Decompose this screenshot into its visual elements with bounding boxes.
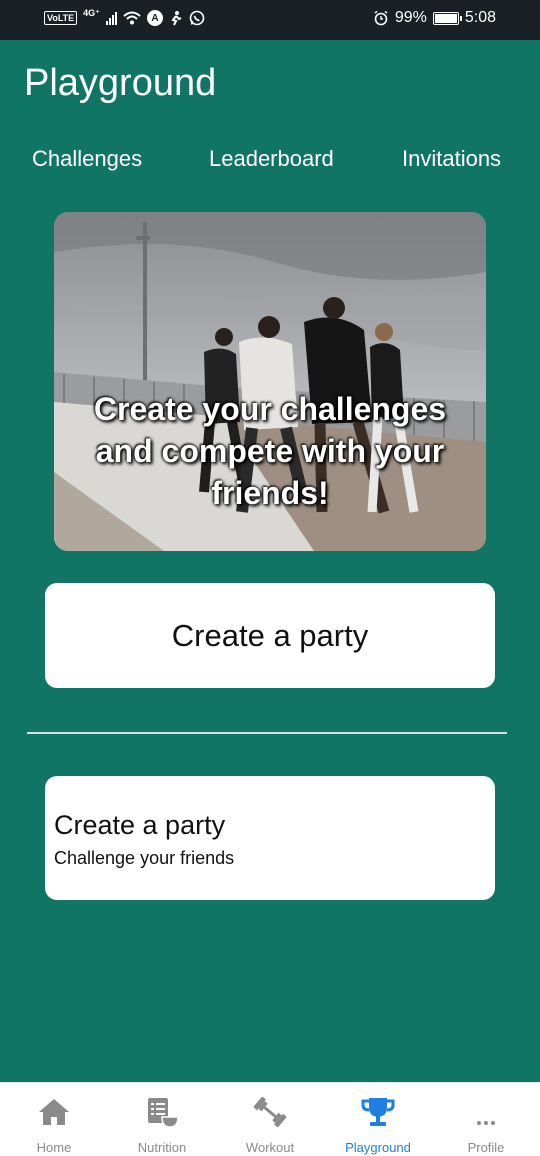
nutrition-icon	[148, 1098, 179, 1128]
nav-item-home[interactable]: Home	[0, 1083, 108, 1156]
hero-caption: Create your challenges and compete with …	[54, 388, 486, 514]
battery-icon	[432, 11, 462, 25]
alarm-icon	[374, 10, 388, 26]
tab-leaderboard[interactable]: Leaderboard	[209, 146, 334, 172]
status-icons-left: VoLTE 4G⁺ A	[44, 7, 205, 26]
status-bar: VoLTE 4G⁺ A 99% 5:08	[0, 0, 540, 40]
signal-icon	[105, 11, 117, 25]
tab-bar: Challenges Leaderboard Invitations	[0, 146, 540, 178]
battery-percent: 99%	[394, 9, 427, 26]
divider	[27, 732, 507, 734]
status-icons-right: 99% 5:08	[373, 9, 496, 27]
hero-caption-line: friends!	[211, 475, 329, 511]
tab-invitations[interactable]: Invitations	[402, 146, 501, 172]
card-subtitle: Challenge your friends	[54, 848, 235, 868]
nav-item-nutrition[interactable]: Nutrition	[108, 1083, 216, 1156]
network-type-badge: 4G⁺	[83, 7, 100, 18]
create-party-button[interactable]: Create a party	[45, 583, 495, 688]
bottom-navigation: Home Nutrition Workout Playground Profil…	[0, 1082, 540, 1156]
nav-label: Workout	[245, 1140, 295, 1155]
home-icon	[39, 1099, 69, 1125]
nav-item-workout[interactable]: Workout	[216, 1083, 324, 1156]
hero-caption-line: Create your challenges	[93, 391, 447, 427]
more-icon	[477, 1121, 495, 1125]
nav-label: Nutrition	[137, 1140, 187, 1155]
app-notification-icon: A	[146, 10, 163, 26]
nav-item-profile[interactable]: Profile	[432, 1083, 540, 1156]
volte-badge: VoLTE	[44, 11, 78, 25]
create-party-card[interactable]: Create a party Challenge your friends	[45, 776, 495, 900]
nav-label: Profile	[467, 1140, 505, 1155]
hero-caption-line: and compete with your	[95, 433, 445, 469]
activity-notification-icon	[171, 11, 182, 26]
hero-banner: Create your challenges and compete with …	[54, 212, 486, 551]
page-title: Playground	[24, 62, 217, 104]
dumbbell-icon	[253, 1096, 287, 1128]
trophy-icon	[361, 1098, 395, 1126]
tab-challenges[interactable]: Challenges	[32, 146, 142, 172]
whatsapp-icon	[189, 10, 205, 26]
clock: 5:08	[464, 9, 496, 26]
wifi-icon	[123, 11, 141, 25]
nav-item-playground[interactable]: Playground	[324, 1083, 432, 1156]
nav-label: Home	[36, 1140, 72, 1155]
nav-label: Playground	[345, 1140, 411, 1155]
card-title: Create a party	[54, 810, 226, 840]
